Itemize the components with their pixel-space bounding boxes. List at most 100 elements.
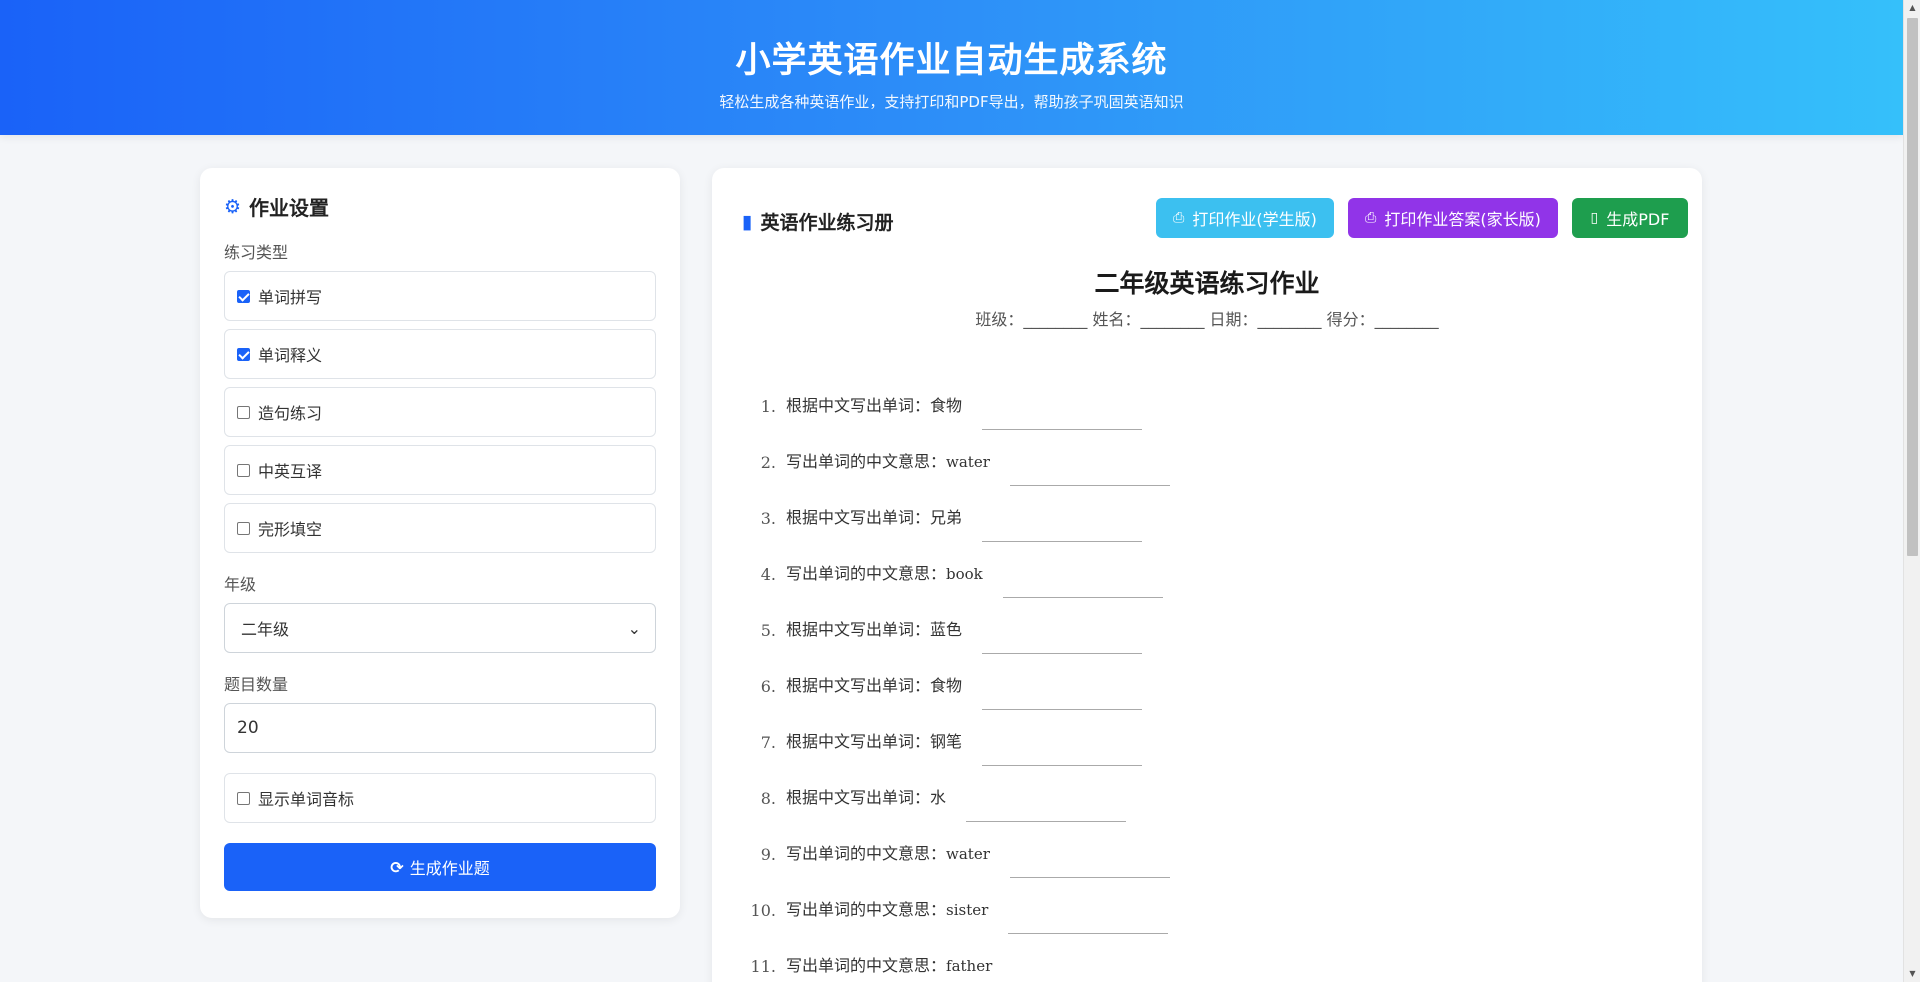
print-answer-label: 打印作业答案(家长版): [1384, 210, 1541, 229]
question-number: 10.: [750, 901, 776, 920]
type-option-label: 单词拼写: [258, 288, 323, 307]
printer-icon: ⎙: [1365, 210, 1377, 226]
question-text: 根据中文写出单词：水: [786, 784, 946, 808]
page-scrollbar[interactable]: ▲ ▼: [1903, 0, 1920, 982]
question-text: 根据中文写出单词：食物: [786, 672, 962, 696]
generate-label: 生成作业题: [409, 859, 490, 878]
question-prompt: 根据中文写出单词：: [786, 676, 931, 695]
question-word: 蓝色: [930, 620, 963, 639]
question-number: 4.: [760, 565, 776, 584]
app-subtitle: 轻松生成各种英语作业，支持打印和PDF导出，帮助孩子巩固英语知识: [719, 93, 1184, 111]
type-option[interactable]: 中英互译: [224, 445, 656, 495]
app-title: 小学英语作业自动生成系统: [735, 41, 1168, 81]
question-text: 根据中文写出单词：兄弟: [786, 504, 962, 528]
answer-blank: [982, 410, 1143, 430]
question-text: 写出单词的中文意思：father: [786, 952, 992, 976]
pdf-file-icon: ▯: [1590, 210, 1599, 226]
print-student-button[interactable]: ⎙ 打印作业(学生版): [1156, 198, 1334, 238]
question-prompt: 写出单词的中文意思：: [786, 452, 947, 471]
phonetic-option[interactable]: 显示单词音标: [224, 773, 656, 823]
worksheet-meta: 班级：________ 姓名：________ 日期：________ 得分：_…: [975, 310, 1439, 329]
question-number: 2.: [760, 453, 776, 472]
type-checkbox[interactable]: [237, 347, 250, 361]
question-number: 5.: [760, 621, 776, 640]
generate-pdf-label: 生成PDF: [1606, 210, 1670, 229]
print-student-label: 打印作业(学生版): [1192, 210, 1317, 229]
type-checkbox[interactable]: [237, 289, 250, 303]
question-prompt: 根据中文写出单词：: [786, 396, 931, 415]
answer-blank: [982, 690, 1143, 710]
book-icon: ▮: [742, 210, 753, 233]
question-prompt: 写出单词的中文意思：: [786, 564, 947, 583]
scrollbar-thumb[interactable]: [1907, 18, 1918, 556]
question-text: 根据中文写出单词：食物: [786, 392, 962, 416]
refresh-icon: ⟳: [390, 857, 404, 877]
question-text: 写出单词的中文意思：water: [786, 840, 990, 864]
question-word: water: [946, 453, 990, 471]
question-word: father: [946, 957, 993, 975]
generate-button[interactable]: ⟳ 生成作业题: [224, 843, 656, 891]
question-text: 写出单词的中文意思：sister: [786, 896, 988, 920]
type-checkbox[interactable]: [237, 405, 250, 419]
question-item: 1. 根据中文写出单词：食物: [742, 360, 1172, 430]
phonetic-checkbox[interactable]: [237, 791, 250, 805]
answer-blank: [966, 802, 1127, 822]
question-number: 8.: [760, 789, 776, 808]
scroll-down-icon[interactable]: ▼: [1904, 966, 1920, 982]
gears-icon: ⚙: [224, 195, 242, 218]
phonetic-label: 显示单词音标: [258, 790, 355, 809]
count-value: 20: [237, 718, 259, 738]
type-option-label: 中英互译: [258, 462, 323, 481]
type-checkbox[interactable]: [237, 463, 250, 477]
print-answer-button[interactable]: ⎙ 打印作业答案(家长版): [1348, 198, 1558, 238]
answer-blank: [982, 634, 1143, 654]
question-word: water: [946, 845, 990, 863]
type-option[interactable]: 单词释义: [224, 329, 656, 379]
type-option[interactable]: 单词拼写: [224, 271, 656, 321]
grade-select[interactable]: 二年级 ⌄: [224, 603, 656, 653]
generate-pdf-button[interactable]: ▯ 生成PDF: [1572, 198, 1688, 238]
answer-blank: [1008, 914, 1169, 934]
question-word: 兄弟: [930, 508, 963, 527]
question-number: 7.: [760, 733, 776, 752]
grade-value: 二年级: [241, 620, 290, 639]
answer-blank: [982, 746, 1143, 766]
grade-label: 年级: [224, 575, 257, 594]
page-header: 小学英语作业自动生成系统 轻松生成各种英语作业，支持打印和PDF导出，帮助孩子巩…: [0, 0, 1903, 135]
type-option-label: 单词释义: [258, 346, 323, 365]
question-word: 食物: [930, 396, 963, 415]
type-option[interactable]: 完形填空: [224, 503, 656, 553]
answer-blank: [1012, 970, 1172, 982]
answer-blank: [1009, 858, 1170, 878]
question-text: 写出单词的中文意思：book: [786, 560, 983, 584]
question-number: 11.: [750, 957, 776, 976]
count-label: 题目数量: [224, 675, 289, 694]
question-text: 写出单词的中文意思：water: [786, 448, 990, 472]
chevron-down-icon: ⌄: [627, 618, 641, 638]
count-input[interactable]: 20: [224, 703, 656, 753]
answer-blank: [1002, 578, 1163, 598]
question-prompt: 写出单词的中文意思：: [786, 956, 947, 975]
question-prompt: 根据中文写出单词：: [786, 508, 931, 527]
worksheet-panel: ▮ 英语作业练习册 ⎙ 打印作业(学生版) ⎙ 打印作业答案(家长版) ▯ 生成…: [712, 168, 1702, 982]
type-label: 练习类型: [224, 243, 289, 262]
answer-blank: [1009, 466, 1170, 486]
question-word: 水: [930, 788, 947, 807]
question-list: 1. 根据中文写出单词：食物 2. 写出单词的中文意思：water 3. 根据中文写出单词…: [742, 360, 1172, 976]
question-prompt: 写出单词的中文意思：: [786, 900, 947, 919]
question-word: 食物: [930, 676, 963, 695]
question-prompt: 根据中文写出单词：: [786, 788, 931, 807]
settings-title-text: 作业设置: [249, 196, 330, 220]
settings-panel: ⚙ 作业设置 练习类型 单词拼写单词释义造句练习中英互译完形填空 年级 二年级 …: [200, 168, 680, 918]
question-number: 3.: [760, 509, 776, 528]
type-checkbox[interactable]: [237, 521, 250, 535]
scroll-up-icon[interactable]: ▲: [1904, 0, 1920, 16]
type-option-label: 完形填空: [258, 520, 323, 539]
worksheet-title-text: 英语作业练习册: [760, 212, 894, 234]
worksheet-heading: 二年级英语练习作业: [1094, 269, 1320, 298]
question-word: sister: [946, 901, 989, 919]
type-option[interactable]: 造句练习: [224, 387, 656, 437]
question-text: 根据中文写出单词：钢笔: [786, 728, 962, 752]
question-text: 根据中文写出单词：蓝色: [786, 616, 962, 640]
question-number: 9.: [760, 845, 776, 864]
